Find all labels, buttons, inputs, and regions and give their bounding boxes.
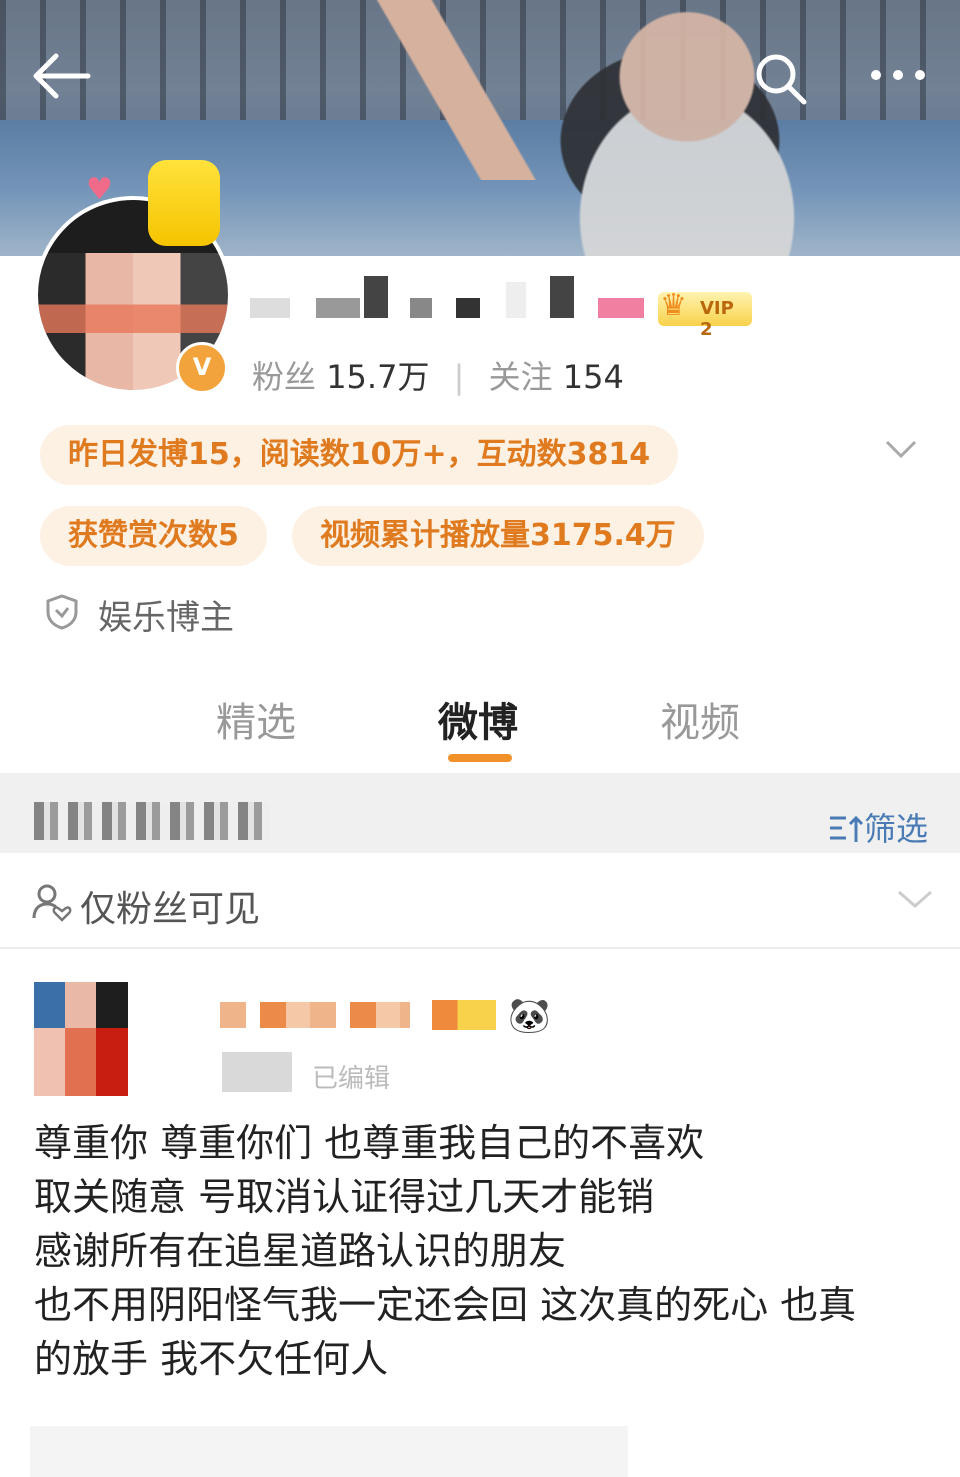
filter-button[interactable]: 筛选 xyxy=(828,804,928,850)
daily-activity-pill[interactable]: 昨日发博15，阅读数10万+，互动数3814 xyxy=(40,425,679,485)
post-line: 感谢所有在追星道路认识的朋友 xyxy=(34,1229,567,1273)
back-button[interactable] xyxy=(30,50,92,102)
video-plays-pill[interactable]: 视频累计播放量3175.4万 xyxy=(292,506,704,566)
post-author-avatar[interactable] xyxy=(34,982,128,1096)
more-horizontal-icon xyxy=(871,70,925,80)
tab-video[interactable]: 视频 xyxy=(660,690,740,748)
post-body: 尊重你 尊重你们 也尊重我自己的不喜欢 取关随意 号取消认证得过几天才能销 感谢… xyxy=(34,1116,914,1386)
follow-stats: 粉丝 15.7万 | 关注 154 xyxy=(252,352,624,396)
filter-sort-icon xyxy=(830,815,864,842)
shield-icon xyxy=(46,594,78,630)
chevron-down-icon[interactable] xyxy=(896,880,934,920)
fans-count[interactable]: 15.7万 xyxy=(326,358,429,396)
tab-featured[interactable]: 精选 xyxy=(216,690,296,748)
more-button[interactable] xyxy=(868,60,928,90)
search-button[interactable] xyxy=(752,50,808,106)
cover-person xyxy=(500,0,840,256)
stats-divider: | xyxy=(453,358,465,396)
verified-badge-icon: V xyxy=(176,342,228,394)
heart-decoration-icon: ♥ xyxy=(86,172,113,207)
category-label: 娱乐博主 xyxy=(98,598,234,638)
post-line: 也不用阴阳怪气我一定还会回 这次真的死心 也真 xyxy=(34,1283,857,1327)
post-time-blurred xyxy=(222,1052,292,1092)
following-count[interactable]: 154 xyxy=(563,358,624,396)
arrow-left-icon xyxy=(33,53,91,99)
visibility-label: 仅粉丝可见 xyxy=(80,889,261,930)
crown-icon: ♛ xyxy=(660,288,687,323)
active-tab-indicator xyxy=(448,754,512,762)
vip-badge[interactable]: ♛ VIP 2 xyxy=(658,288,752,340)
filter-label: 筛选 xyxy=(864,810,929,848)
panda-icon: 🐼 xyxy=(508,996,551,1036)
chevron-down-icon[interactable] xyxy=(884,430,918,470)
post-author-name-blurred[interactable] xyxy=(220,1002,410,1028)
vip-label: VIP 2 xyxy=(700,298,734,340)
search-icon xyxy=(756,54,807,105)
post-line: 尊重你 尊重你们 也尊重我自己的不喜欢 xyxy=(34,1121,705,1165)
fans-only-icon xyxy=(32,882,72,922)
post-attachment-preview[interactable] xyxy=(30,1426,628,1477)
edited-label: 已编辑 xyxy=(312,1064,391,1094)
member-badge-icon xyxy=(432,1000,496,1030)
username-blurred xyxy=(250,272,650,324)
fans-label: 粉丝 xyxy=(252,358,317,396)
post-count-blurred xyxy=(34,802,270,840)
post-line: 取关随意 号取消认证得过几天才能销 xyxy=(34,1175,655,1219)
post-line: 的放手 我不欠任何人 xyxy=(34,1337,389,1381)
tips-count-pill[interactable]: 获赞赏次数5 xyxy=(40,506,267,566)
avatar-pendant-decoration xyxy=(148,160,220,246)
following-label: 关注 xyxy=(488,358,553,396)
tab-weibo[interactable]: 微博 xyxy=(438,690,518,748)
